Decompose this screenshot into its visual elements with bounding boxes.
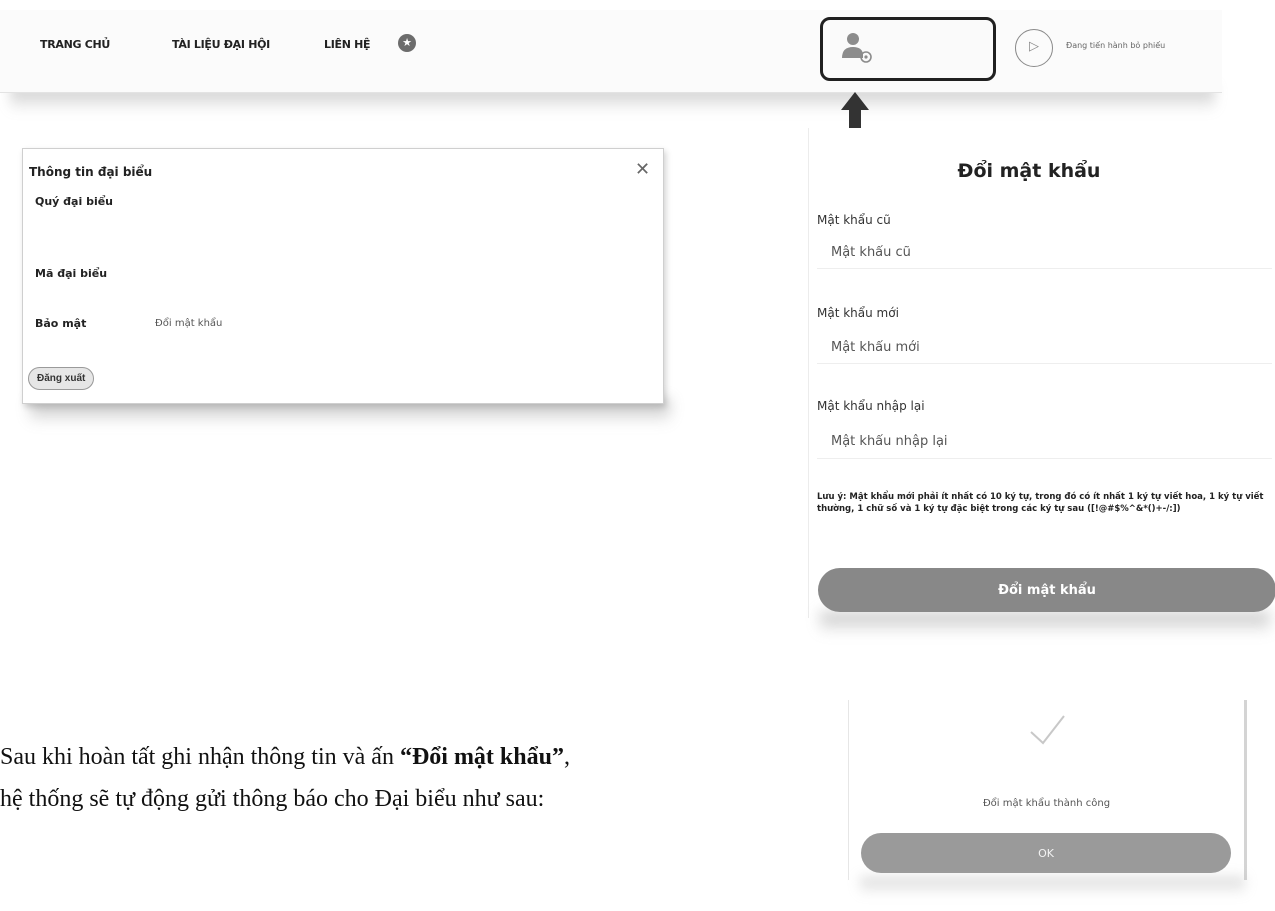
- dialog-title: Thông tin đại biểu: [29, 165, 153, 179]
- change-password-link[interactable]: Đổi mật khẩu: [155, 318, 222, 329]
- top-navigation: TRANG CHỦ TÀI LIỆU ĐẠI HỘI LIÊN HỆ ★ ▷ Đ…: [0, 10, 1222, 93]
- delegate-code-label: Mã đại biểu: [35, 267, 108, 280]
- success-message: Đổi mật khẩu thành công: [982, 798, 1111, 809]
- user-settings-icon: [842, 33, 872, 63]
- nav-documents[interactable]: TÀI LIỆU ĐẠI HỘI: [172, 38, 270, 51]
- dialog-shadow: [860, 877, 1245, 895]
- new-password-label: Mật khẩu mới: [817, 306, 899, 320]
- nav-contact[interactable]: LIÊN HỆ: [324, 38, 371, 51]
- change-password-panel: Đổi mật khẩu Mật khẩu cũ Mật khẩu mới Mậ…: [808, 128, 1275, 618]
- logout-button[interactable]: Đăng xuất: [28, 367, 95, 390]
- nav-home[interactable]: TRANG CHỦ: [40, 38, 110, 51]
- user-account-button[interactable]: [820, 17, 996, 81]
- star-icon[interactable]: ★: [398, 34, 416, 52]
- password-requirements-note: Lưu ý: Mật khẩu mới phải ít nhất có 10 k…: [817, 492, 1264, 514]
- panel-shadow: [820, 612, 1270, 634]
- old-password-field[interactable]: [819, 240, 1151, 264]
- divider: [817, 363, 1272, 364]
- voting-status: Đang tiến hành bỏ phiếu: [1066, 41, 1166, 50]
- send-icon[interactable]: ▷: [1015, 29, 1053, 67]
- confirm-password-label: Mật khẩu nhập lại: [817, 399, 925, 413]
- instruction-part1: Sau khi hoàn tất ghi nhận thông tin và ấ…: [0, 744, 400, 770]
- confirm-password-field[interactable]: [819, 429, 1151, 453]
- change-password-button[interactable]: Đổi mật khẩu: [818, 568, 1275, 612]
- security-label: Bảo mật: [35, 317, 87, 330]
- instruction-bold: “Đổi mật khẩu”: [399, 744, 564, 770]
- delegate-title-label: Quý đại biểu: [35, 195, 114, 208]
- divider: [817, 458, 1272, 459]
- new-password-field[interactable]: [819, 335, 1151, 359]
- delegate-info-dialog: Thông tin đại biểu ✕ Quý đại biểu Mã đại…: [22, 148, 664, 404]
- instruction-line2: hệ thống sẽ tự động gửi thông báo cho Đạ…: [0, 786, 545, 812]
- instruction-text: Sau khi hoàn tất ghi nhận thông tin và ấ…: [0, 736, 860, 820]
- instruction-part2: ,: [563, 744, 570, 770]
- old-password-label: Mật khẩu cũ: [817, 213, 891, 227]
- checkmark-icon: [1030, 715, 1065, 745]
- close-icon[interactable]: ✕: [635, 159, 650, 180]
- success-dialog: Đổi mật khẩu thành công OK: [848, 700, 1247, 880]
- divider: [817, 268, 1272, 269]
- ok-button[interactable]: OK: [861, 833, 1231, 873]
- change-password-title: Đổi mật khẩu: [957, 160, 1101, 182]
